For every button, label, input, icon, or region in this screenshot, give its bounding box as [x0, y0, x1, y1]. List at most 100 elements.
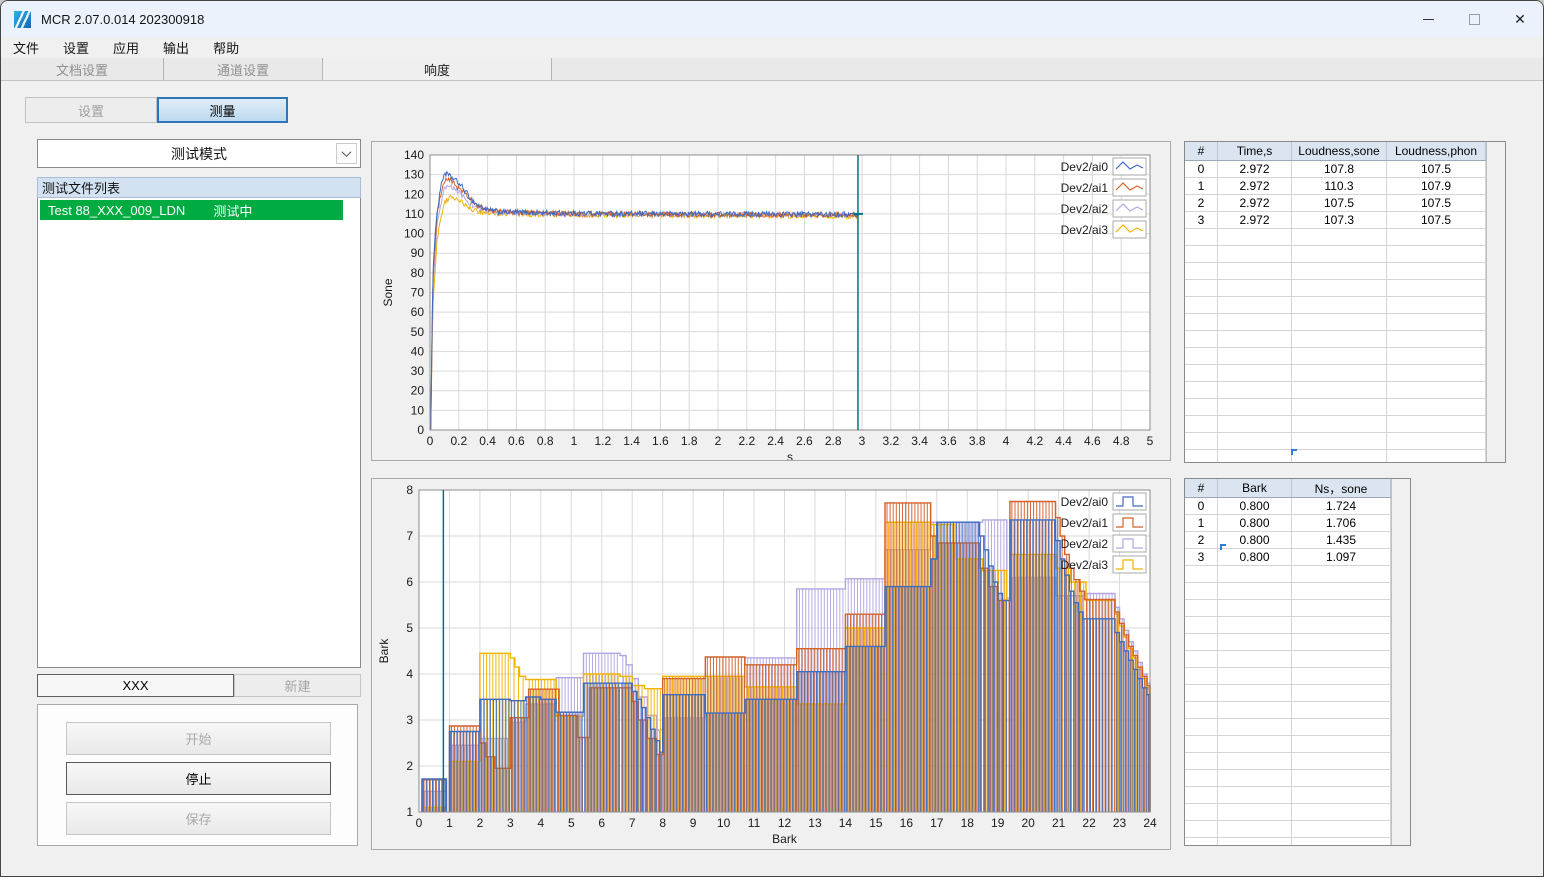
table-cell[interactable]	[1218, 617, 1292, 633]
table-cell[interactable]: 2.972	[1218, 195, 1292, 211]
table-cell[interactable]: 2.972	[1218, 161, 1292, 177]
menu-file[interactable]: 文件	[1, 37, 51, 58]
menu-output[interactable]: 输出	[151, 37, 201, 58]
xxx-button[interactable]: XXX	[37, 674, 234, 697]
specific-loudness-chart-canvas[interactable]: 0 1 2 3 4 5 6 7 8 9 10 11 12 13 14 15 16 17 18 19 20 21 22 23 24…	[372, 479, 1170, 849]
table-cell[interactable]: 107.3	[1292, 212, 1387, 228]
table-cell[interactable]	[1218, 433, 1292, 449]
table-cell[interactable]	[1292, 702, 1391, 718]
measure-view-button[interactable]: 测量	[157, 97, 288, 123]
table-cell[interactable]	[1292, 583, 1391, 599]
table-cell[interactable]	[1185, 433, 1218, 449]
menu-settings[interactable]: 设置	[51, 37, 101, 58]
table-cell[interactable]	[1185, 838, 1218, 845]
table-cell[interactable]	[1218, 314, 1292, 330]
table-cell[interactable]: 1	[1185, 178, 1218, 194]
table-cell[interactable]	[1218, 787, 1292, 803]
table-cell[interactable]	[1292, 838, 1391, 845]
table-cell[interactable]: 0	[1185, 161, 1218, 177]
table-cell[interactable]	[1185, 566, 1218, 582]
save-button[interactable]: 保存	[66, 802, 331, 835]
table-cell[interactable]	[1292, 229, 1387, 245]
table-cell[interactable]	[1185, 348, 1218, 364]
table-cell[interactable]	[1387, 297, 1486, 313]
table-cell[interactable]	[1387, 229, 1486, 245]
close-button[interactable]: ✕	[1497, 1, 1543, 37]
table-cell[interactable]	[1218, 821, 1292, 837]
table-cell[interactable]	[1218, 634, 1292, 650]
table-cell[interactable]	[1218, 838, 1292, 845]
table-cell[interactable]	[1185, 280, 1218, 296]
test-mode-select[interactable]: 测试模式	[37, 139, 361, 168]
table-cell[interactable]	[1218, 651, 1292, 667]
table-cell[interactable]	[1185, 651, 1218, 667]
table-cell[interactable]	[1218, 246, 1292, 262]
table-cell[interactable]	[1185, 263, 1218, 279]
table-cell[interactable]	[1292, 804, 1391, 820]
table-cell[interactable]: 1.435	[1292, 532, 1391, 548]
table-cell[interactable]	[1218, 280, 1292, 296]
table-cell[interactable]	[1218, 702, 1292, 718]
table-cell[interactable]	[1292, 770, 1391, 786]
table-cell[interactable]	[1292, 719, 1391, 735]
table-cell[interactable]	[1185, 668, 1218, 684]
table-cell[interactable]	[1292, 668, 1391, 684]
table-cell[interactable]	[1387, 280, 1486, 296]
table-cell[interactable]	[1292, 399, 1387, 415]
table-cell[interactable]	[1185, 246, 1218, 262]
combo-dropdown-button[interactable]	[336, 143, 357, 164]
table-cell[interactable]	[1185, 617, 1218, 633]
table-cell[interactable]: 2.972	[1218, 178, 1292, 194]
table-cell[interactable]	[1218, 365, 1292, 381]
table-header-cell[interactable]: Loudness,sone	[1292, 142, 1387, 160]
table-cell[interactable]	[1185, 314, 1218, 330]
table-header-cell[interactable]: Ns，sone	[1292, 479, 1391, 497]
table-cell[interactable]: 0.800	[1218, 515, 1292, 531]
table-cell[interactable]	[1218, 600, 1292, 616]
table-cell[interactable]: 107.5	[1387, 195, 1486, 211]
table-cell[interactable]: 107.5	[1292, 195, 1387, 211]
table-cell[interactable]	[1185, 600, 1218, 616]
table-cell[interactable]	[1387, 416, 1486, 432]
table-cell[interactable]	[1218, 331, 1292, 347]
table-cell[interactable]	[1292, 331, 1387, 347]
table-cell[interactable]	[1292, 246, 1387, 262]
table-cell[interactable]	[1292, 416, 1387, 432]
table-cell[interactable]: 2	[1185, 532, 1218, 548]
table-cell[interactable]	[1387, 246, 1486, 262]
maximize-button[interactable]	[1451, 1, 1497, 37]
table-cell[interactable]	[1292, 348, 1387, 364]
table-cell[interactable]	[1292, 753, 1391, 769]
table-cell[interactable]	[1218, 348, 1292, 364]
table-cell[interactable]	[1218, 416, 1292, 432]
table-cell[interactable]	[1185, 450, 1218, 462]
table-cell[interactable]: 107.9	[1387, 178, 1486, 194]
table-cell[interactable]	[1387, 314, 1486, 330]
table-cell[interactable]	[1185, 583, 1218, 599]
table-cell[interactable]	[1387, 399, 1486, 415]
table-header-cell[interactable]: #	[1185, 142, 1218, 160]
table-cell[interactable]	[1292, 280, 1387, 296]
table-cell[interactable]	[1185, 821, 1218, 837]
table-cell[interactable]	[1185, 753, 1218, 769]
table-cell[interactable]: 107.5	[1387, 212, 1486, 228]
table-cell[interactable]	[1218, 719, 1292, 735]
table-cell[interactable]	[1218, 263, 1292, 279]
new-button[interactable]: 新建	[234, 674, 361, 697]
table-cell[interactable]	[1292, 382, 1387, 398]
table-cell[interactable]	[1292, 787, 1391, 803]
loudness-time-chart-canvas[interactable]: 0 0.2 0.4 0.6 0.8 1 1.2 1.4 1.6 1.8 2 2.2 2.4 2.6 2.8 3…	[372, 142, 1170, 460]
tab-loudness[interactable]: 响度	[323, 58, 552, 80]
minimize-button[interactable]	[1405, 1, 1451, 37]
table-cell[interactable]: 1	[1185, 515, 1218, 531]
table-cell[interactable]	[1292, 365, 1387, 381]
table-cell[interactable]	[1387, 382, 1486, 398]
table-cell[interactable]	[1185, 416, 1218, 432]
table-cell[interactable]	[1292, 736, 1391, 752]
table-cell[interactable]	[1292, 651, 1391, 667]
table-cell[interactable]	[1292, 263, 1387, 279]
table-cell[interactable]	[1218, 736, 1292, 752]
table-cell[interactable]	[1185, 365, 1218, 381]
specific-loudness-chart[interactable]: 0 1 2 3 4 5 6 7 8 9 10 11 12 13 14 15 16 17 18 19 20 21 22 23 24…	[371, 478, 1171, 850]
test-file-item[interactable]: Test 88_XXX_009_LDN 测试中	[40, 200, 343, 220]
